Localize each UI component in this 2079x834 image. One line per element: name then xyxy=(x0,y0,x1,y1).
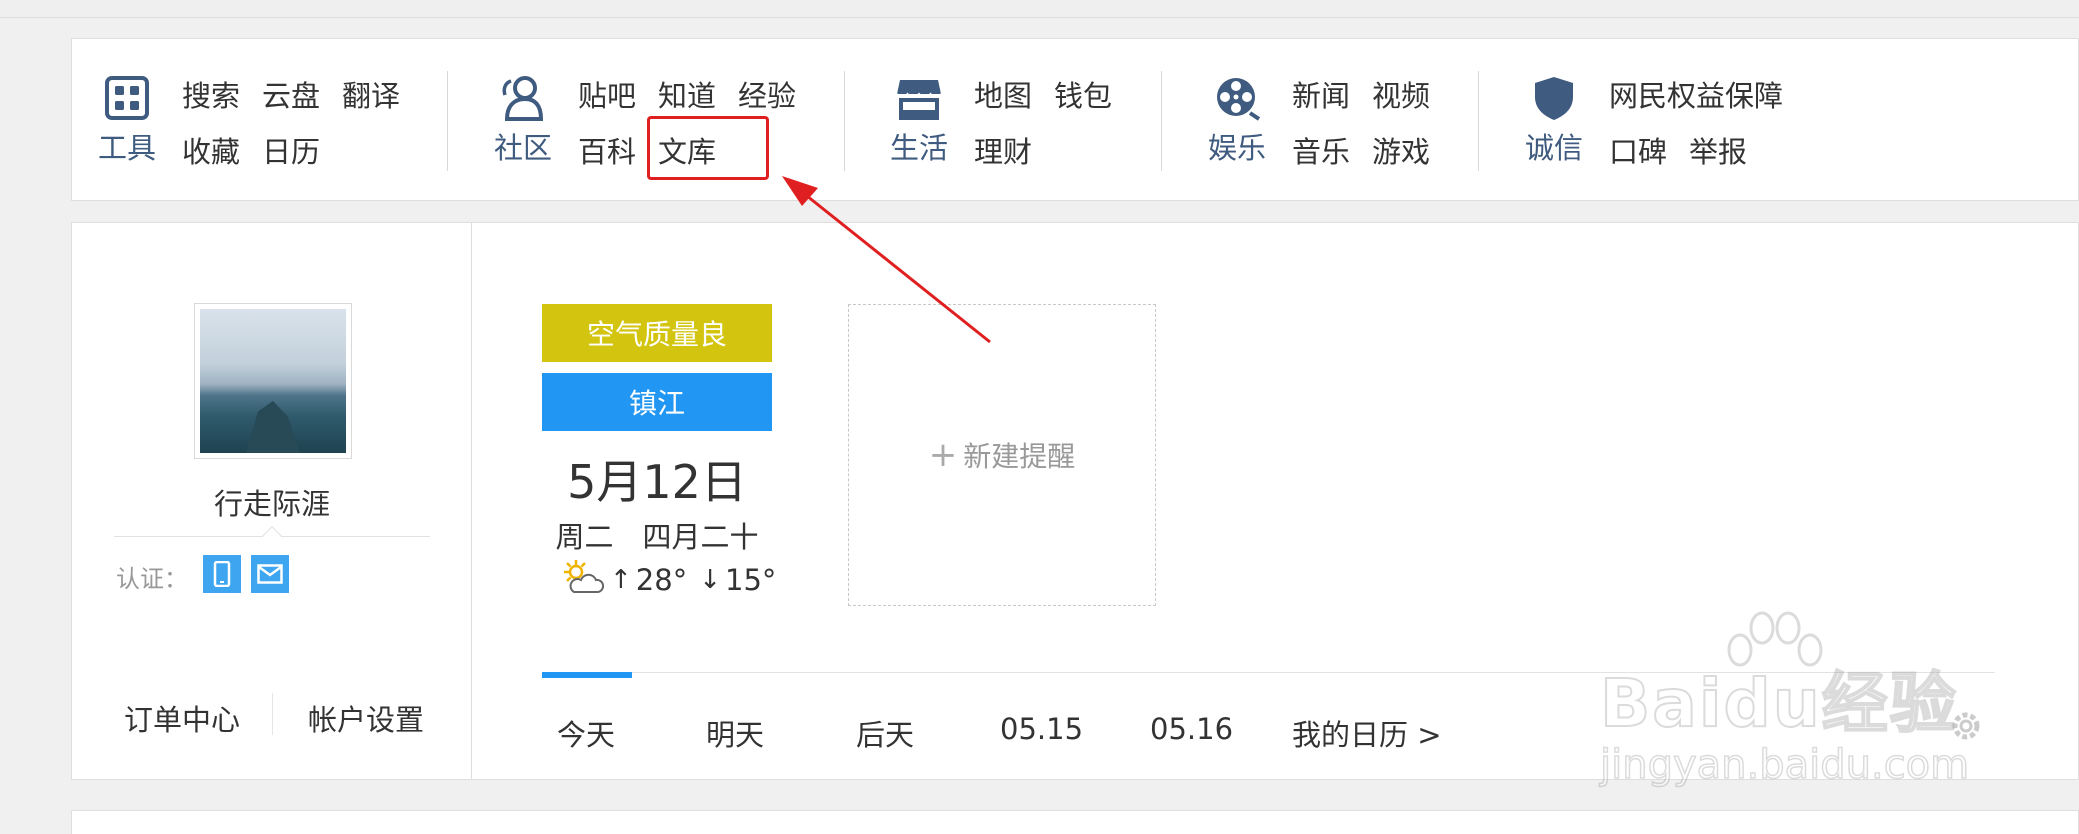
high-temp: 28° xyxy=(635,563,688,597)
nav-group-label-life[interactable]: 生活 xyxy=(888,125,950,167)
arrow-down-icon: ↓ xyxy=(699,565,721,595)
order-center-link[interactable]: 订单中心 xyxy=(124,697,240,739)
tab-my-calendar[interactable]: 我的日历 > xyxy=(1292,712,1442,754)
nav-link-cloud-disk[interactable]: 云盘 xyxy=(262,73,320,115)
tab-date-0515[interactable]: 05.15 xyxy=(1000,712,1083,746)
store-icon[interactable] xyxy=(894,73,944,123)
nav-group-label-integrity[interactable]: 诚信 xyxy=(1523,125,1585,167)
weather-summary: ↑ 28° ↓ 15° xyxy=(560,558,776,602)
film-reel-icon[interactable] xyxy=(1212,73,1262,123)
nav-divider xyxy=(1161,71,1162,171)
nav-link-news[interactable]: 新闻 xyxy=(1292,73,1350,115)
shield-icon[interactable] xyxy=(1529,73,1579,123)
nav-link-baike[interactable]: 百科 xyxy=(578,129,636,171)
settings-gear-icon[interactable] xyxy=(1946,706,1986,746)
nav-link-wenku[interactable]: 文库 xyxy=(658,129,716,171)
avatar[interactable] xyxy=(200,309,346,453)
weekday-lunar-date: 周二 四月二十 xyxy=(542,514,772,556)
nav-group-label-community[interactable]: 社区 xyxy=(492,125,554,167)
nav-link-jingyan[interactable]: 经验 xyxy=(738,73,796,115)
profile-column: 行走际涯 认证： 订单中心 帐户设置 xyxy=(72,223,472,779)
nav-link-favorites[interactable]: 收藏 xyxy=(182,129,240,171)
plus-icon: + xyxy=(928,435,958,475)
tab-day-after-tomorrow[interactable]: 后天 xyxy=(856,712,914,754)
account-settings-link[interactable]: 帐户设置 xyxy=(308,697,424,739)
nav-link-translate[interactable]: 翻译 xyxy=(342,73,400,115)
nav-group-label-entertainment[interactable]: 娱乐 xyxy=(1206,125,1268,167)
nav-link-zhidao[interactable]: 知道 xyxy=(658,73,716,115)
partly-sunny-icon xyxy=(560,558,605,603)
top-bar xyxy=(0,0,2079,18)
lunar-date: 四月二十 xyxy=(642,520,759,554)
nav-link-video[interactable]: 视频 xyxy=(1372,73,1430,115)
divider-notch xyxy=(262,526,282,546)
baidu-jingyan-watermark: Baidu经验 jingyan.baidu.com xyxy=(1590,610,2010,800)
nav-divider xyxy=(1478,71,1479,171)
apps-grid-icon[interactable] xyxy=(102,73,152,123)
nav-link-calendar[interactable]: 日历 xyxy=(262,129,320,171)
nav-link-reputation[interactable]: 口碑 xyxy=(1609,129,1667,171)
low-temp: 15° xyxy=(725,563,777,597)
next-section-panel xyxy=(71,810,2079,834)
arrow-up-icon: ↑ xyxy=(610,565,632,595)
nav-link-report[interactable]: 举报 xyxy=(1689,129,1747,171)
divider xyxy=(272,693,273,735)
nav-link-games[interactable]: 游戏 xyxy=(1372,129,1430,171)
nav-link-map[interactable]: 地图 xyxy=(974,73,1032,115)
tab-tomorrow[interactable]: 明天 xyxy=(706,712,764,754)
new-reminder-label: 新建提醒 xyxy=(963,440,1076,473)
watermark-logo-text: Baidu经验 xyxy=(1599,664,1958,743)
nav-link-tieba[interactable]: 贴吧 xyxy=(578,73,636,115)
nav-link-wallet[interactable]: 钱包 xyxy=(1054,73,1112,115)
services-nav-panel: 工具 搜索 云盘 翻译 收藏 日历 社区 贴吧 知道 经验 百科 文库 生活 地… xyxy=(71,38,2079,201)
nav-link-netizen-rights[interactable]: 网民权益保障 xyxy=(1609,73,1783,115)
current-date: 5月12日 xyxy=(567,455,747,509)
mail-icon[interactable] xyxy=(251,555,289,593)
watermark-url: jingyan.baidu.com xyxy=(1599,741,1970,789)
tab-today[interactable]: 今天 xyxy=(557,712,615,754)
certification-label: 认证： xyxy=(116,565,188,593)
phone-icon[interactable] xyxy=(203,555,241,593)
nav-divider xyxy=(844,71,845,171)
nav-link-finance[interactable]: 理财 xyxy=(974,129,1032,171)
nav-link-music[interactable]: 音乐 xyxy=(1292,129,1350,171)
active-tab-indicator xyxy=(542,672,632,678)
nav-divider xyxy=(447,71,448,171)
people-icon[interactable] xyxy=(498,73,548,123)
avatar-frame[interactable] xyxy=(194,303,352,459)
weekday: 周二 xyxy=(555,520,614,554)
username[interactable]: 行走际涯 xyxy=(72,481,472,523)
nav-group-label-tools[interactable]: 工具 xyxy=(96,125,158,167)
new-reminder-button[interactable]: + 新建提醒 xyxy=(848,304,1156,606)
tab-date-0516[interactable]: 05.16 xyxy=(1150,712,1233,746)
air-quality-badge: 空气质量良 xyxy=(542,304,772,362)
nav-link-search[interactable]: 搜索 xyxy=(182,73,240,115)
city-badge[interactable]: 镇江 xyxy=(542,373,772,431)
